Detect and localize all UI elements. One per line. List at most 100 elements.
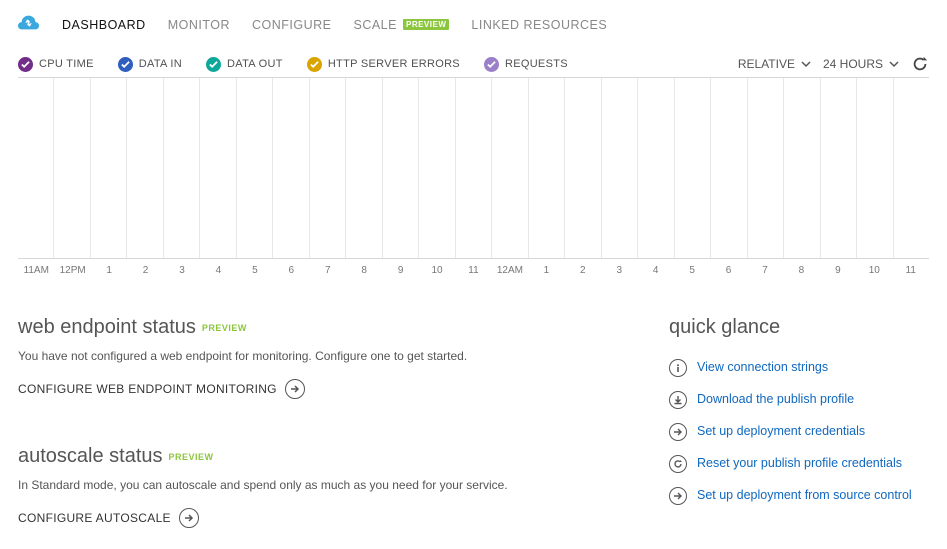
configure-autoscale-link[interactable]: CONFIGURE AUTOSCALE <box>18 508 199 528</box>
chart-column <box>711 78 747 258</box>
chart-column <box>675 78 711 258</box>
xaxis-tick: 1 <box>528 265 564 276</box>
tab-monitor[interactable]: MONITOR <box>168 18 230 32</box>
xaxis-tick: 9 <box>820 265 856 276</box>
chart-column <box>346 78 382 258</box>
configure-web-endpoint-link[interactable]: CONFIGURE WEB ENDPOINT MONITORING <box>18 379 305 399</box>
xaxis-tick: 5 <box>674 265 710 276</box>
chart-area <box>18 77 929 259</box>
xaxis-tick: 2 <box>565 265 601 276</box>
legend-label: CPU TIME <box>39 58 94 70</box>
chart-column <box>164 78 200 258</box>
chart-column <box>127 78 163 258</box>
tab-label: LINKED RESOURCES <box>471 18 607 32</box>
quick-glance-panel: quick glance View connection strings Down… <box>669 316 929 528</box>
tab-label: DASHBOARD <box>62 18 146 32</box>
xaxis-tick: 6 <box>273 265 309 276</box>
xaxis-tick: 10 <box>856 265 892 276</box>
quick-glance-item: Set up deployment credentials <box>669 423 929 441</box>
nav-tabs: DASHBOARD MONITOR CONFIGURE SCALE PREVIEW… <box>18 8 929 47</box>
legend-data-out[interactable]: DATA OUT <box>206 57 283 72</box>
info-icon <box>669 359 687 377</box>
arrow-right-icon <box>179 508 199 528</box>
section-title-text: autoscale status <box>18 445 163 468</box>
section-title: quick glance <box>669 316 929 339</box>
autoscale-section: autoscale status PREVIEW In Standard mod… <box>18 445 629 528</box>
legend-label: HTTP SERVER ERRORS <box>328 58 460 70</box>
chart-column <box>894 78 929 258</box>
chart-column <box>310 78 346 258</box>
time-mode-select[interactable]: RELATIVE <box>738 57 811 71</box>
chart-column <box>200 78 236 258</box>
chart-xaxis: 11AM12PM123456789101112AM1234567891011 <box>18 259 929 276</box>
refresh-icon <box>669 455 687 473</box>
quick-glance-link[interactable]: Download the publish profile <box>697 391 854 407</box>
check-icon <box>206 57 221 72</box>
chart-column <box>237 78 273 258</box>
time-range-select[interactable]: 24 HOURS <box>823 57 899 71</box>
xaxis-tick: 2 <box>127 265 163 276</box>
legend-label: REQUESTS <box>505 58 568 70</box>
xaxis-tick: 8 <box>783 265 819 276</box>
preview-badge: PREVIEW <box>403 19 449 30</box>
legend-label: DATA OUT <box>227 58 283 70</box>
legend-http-errors[interactable]: HTTP SERVER ERRORS <box>307 57 460 72</box>
tab-label: MONITOR <box>168 18 230 32</box>
quick-glance-link[interactable]: Reset your publish profile credentials <box>697 455 902 471</box>
action-label: CONFIGURE WEB ENDPOINT MONITORING <box>18 382 277 396</box>
time-controls: RELATIVE 24 HOURS <box>738 55 929 73</box>
tab-dashboard[interactable]: DASHBOARD <box>62 18 146 32</box>
action-label: CONFIGURE AUTOSCALE <box>18 511 171 525</box>
xaxis-tick: 3 <box>601 265 637 276</box>
legend-data-in[interactable]: DATA IN <box>118 57 182 72</box>
xaxis-tick: 12PM <box>54 265 90 276</box>
chart-column <box>383 78 419 258</box>
chart-column <box>273 78 309 258</box>
download-icon <box>669 391 687 409</box>
chart-toolbar: CPU TIME DATA IN DATA OUT HTTP SERVER ER… <box>18 47 929 77</box>
legend-requests[interactable]: REQUESTS <box>484 57 568 72</box>
chevron-down-icon <box>889 59 899 69</box>
refresh-icon[interactable] <box>911 55 929 73</box>
quick-glance-link[interactable]: View connection strings <box>697 359 828 375</box>
section-title-text: quick glance <box>669 316 780 339</box>
xaxis-tick: 3 <box>164 265 200 276</box>
xaxis-tick: 7 <box>310 265 346 276</box>
chart-column <box>456 78 492 258</box>
quick-glance-link[interactable]: Set up deployment from source control <box>697 487 912 503</box>
arrow-icon <box>669 487 687 505</box>
xaxis-tick: 4 <box>637 265 673 276</box>
legend-cpu-time[interactable]: CPU TIME <box>18 57 94 72</box>
tab-linked-resources[interactable]: LINKED RESOURCES <box>471 18 607 32</box>
legend-group: CPU TIME DATA IN DATA OUT HTTP SERVER ER… <box>18 57 568 72</box>
chart-column <box>857 78 893 258</box>
preview-badge: PREVIEW <box>169 452 214 462</box>
xaxis-tick: 4 <box>200 265 236 276</box>
xaxis-tick: 12AM <box>492 265 528 276</box>
quick-glance-item: Set up deployment from source control <box>669 487 929 505</box>
chart-column <box>54 78 90 258</box>
xaxis-tick: 11 <box>455 265 491 276</box>
chart-column <box>821 78 857 258</box>
chart-column <box>602 78 638 258</box>
section-title: autoscale status PREVIEW <box>18 445 629 468</box>
quick-glance-item: View connection strings <box>669 359 929 377</box>
tab-label: SCALE <box>353 18 397 32</box>
arrow-icon <box>669 423 687 441</box>
chart-column <box>748 78 784 258</box>
check-icon <box>307 57 322 72</box>
xaxis-tick: 10 <box>419 265 455 276</box>
quick-glance-list: View connection strings Download the publ… <box>669 359 929 505</box>
chart-column <box>91 78 127 258</box>
quick-glance-link[interactable]: Set up deployment credentials <box>697 423 865 439</box>
section-desc: You have not configured a web endpoint f… <box>18 349 629 363</box>
tab-configure[interactable]: CONFIGURE <box>252 18 332 32</box>
chart-column <box>492 78 528 258</box>
tab-scale[interactable]: SCALE PREVIEW <box>353 18 449 32</box>
check-icon <box>484 57 499 72</box>
xaxis-tick: 8 <box>346 265 382 276</box>
legend-label: DATA IN <box>139 58 182 70</box>
quick-glance-item: Reset your publish profile credentials <box>669 455 929 473</box>
chart-column <box>529 78 565 258</box>
chart-column <box>18 78 54 258</box>
